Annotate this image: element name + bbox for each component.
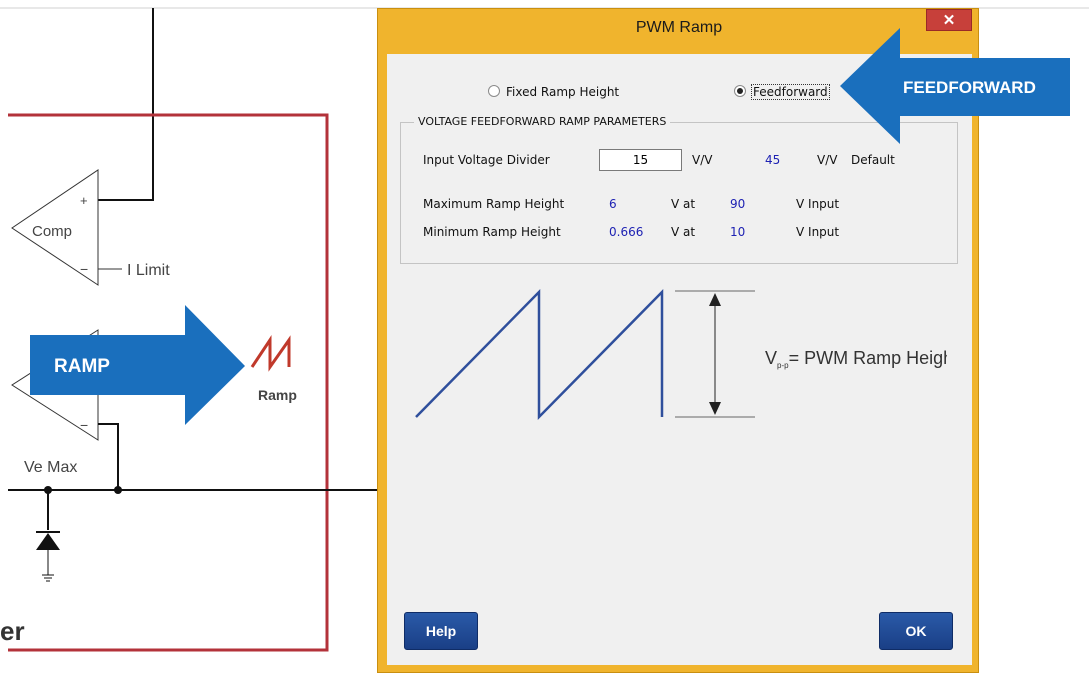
group-title: VOLTAGE FEEDFORWARD RAMP PARAMETERS (414, 115, 671, 128)
block-title-partial: er (0, 616, 25, 646)
vpp-subscript: p-p (777, 361, 789, 370)
ramp-waveform-line (415, 288, 664, 421)
input-divider-unit: V/V (692, 153, 713, 167)
min-ramp-label: Minimum Ramp Height (423, 225, 561, 239)
feedforward-callout-arrow: FEEDFORWARD (840, 28, 1070, 144)
radio-checked-icon (734, 85, 746, 97)
vpp-label: Vp-p= PWM Ramp Height (765, 348, 947, 370)
dialog-client-area: Fixed Ramp Height Feedforward VOLTAGE FE… (387, 54, 972, 665)
close-icon: ✕ (942, 12, 956, 29)
input-divider-default-value: 45 (765, 153, 781, 167)
radio-fixed-label: Fixed Ramp Height (506, 85, 620, 99)
ve-max-label: Ve Max (24, 459, 77, 476)
ok-button[interactable]: OK (879, 612, 953, 650)
input-divider-default-unit: V/V (817, 153, 838, 167)
feedforward-callout-text: FEEDFORWARD (903, 78, 1036, 97)
pwm-minus-sign: − (80, 417, 88, 433)
comp-minus-sign: − (80, 261, 88, 277)
max-ramp-input-value: 90 (730, 197, 746, 211)
ramp-waveform-diagram: Vp-p= PWM Ramp Height (415, 288, 947, 421)
input-divider-default-label: Default (851, 153, 895, 167)
wire-top (98, 8, 154, 201)
min-ramp-value: 0.666 (609, 225, 644, 239)
arrow-up-icon (709, 293, 721, 306)
max-ramp-input-unit: V Input (796, 197, 840, 211)
ramp-symbol-icon (250, 335, 291, 372)
arrow-down-icon (709, 402, 721, 415)
radio-unchecked-icon (488, 85, 500, 97)
ilimit-label: I Limit (127, 262, 170, 279)
input-divider-label: Input Voltage Divider (423, 153, 550, 167)
radio-feedforward-label: Feedforward (751, 84, 830, 100)
max-ramp-v-at: V at (671, 197, 696, 211)
min-ramp-v-at: V at (671, 225, 696, 239)
min-ramp-input-value: 10 (730, 225, 746, 239)
vpp-rest: = PWM Ramp Height (789, 348, 947, 368)
vpp-v: V (765, 348, 777, 368)
radio-feedforward[interactable]: Feedforward (734, 84, 830, 100)
comp-label: Comp (32, 223, 72, 240)
junction-dot (114, 486, 122, 494)
max-ramp-value: 6 (609, 197, 617, 211)
ramp-callout-arrow: RAMP (30, 305, 245, 425)
min-ramp-input-unit: V Input (796, 225, 840, 239)
pwm-wire (98, 423, 119, 490)
ramp-label: Ramp (258, 387, 297, 403)
ramp-callout-text: RAMP (54, 356, 110, 377)
comp-plus-sign: + (80, 193, 88, 208)
zener-diode-icon (36, 533, 60, 550)
help-button[interactable]: Help (404, 612, 478, 650)
input-voltage-divider-field[interactable] (599, 149, 682, 171)
radio-fixed-ramp-height[interactable]: Fixed Ramp Height (488, 85, 619, 99)
max-ramp-label: Maximum Ramp Height (423, 197, 565, 211)
